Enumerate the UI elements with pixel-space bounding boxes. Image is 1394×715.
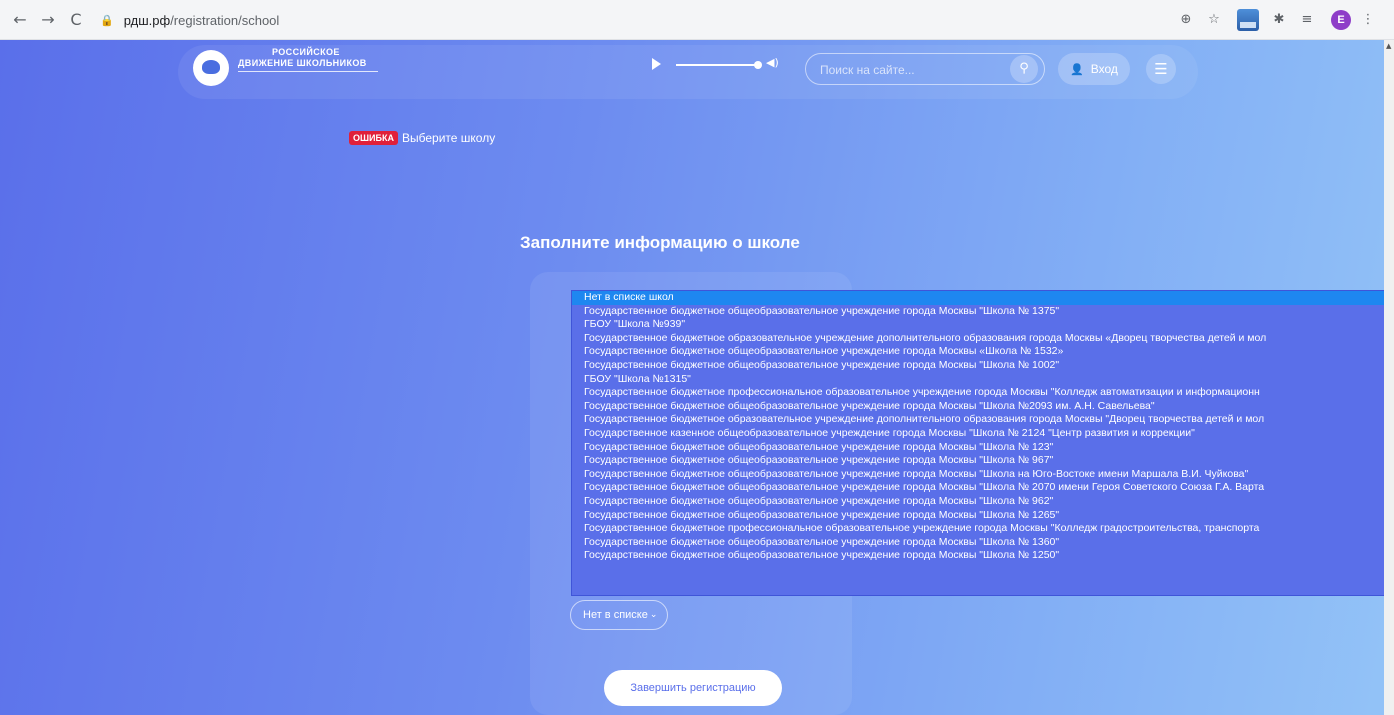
search-input[interactable] (820, 61, 1000, 79)
address-bar[interactable]: 🔒 рдш.рф/registration/school (100, 8, 1160, 32)
dropdown-option[interactable]: Государственное бюджетное общеобразовате… (572, 400, 1388, 414)
complete-registration-button[interactable]: Завершить регистрацию (604, 670, 782, 706)
url-domain: рдш.рф (123, 12, 171, 28)
forward-icon[interactable]: → (38, 10, 58, 30)
extensions-puzzle-icon[interactable]: ✱ (1270, 11, 1288, 29)
page-scrollbar[interactable]: ▲ (1384, 40, 1394, 715)
bookmark-star-icon[interactable]: ☆ (1205, 11, 1223, 29)
form-title: Заполните информацию о школе (520, 233, 800, 252)
dropdown-option[interactable]: Государственное бюджетное общеобразовате… (572, 495, 1388, 509)
audio-player: ◀) (652, 56, 782, 72)
url-path: /registration/school (170, 12, 280, 28)
school-select[interactable]: Нет в списке ⌄ (570, 600, 668, 630)
hamburger-menu-icon[interactable]: ☰ (1146, 54, 1176, 84)
dropdown-option[interactable]: Государственное бюджетное профессиональн… (572, 386, 1388, 400)
zoom-icon[interactable]: ⊕ (1177, 11, 1195, 29)
dropdown-option[interactable]: ГБОУ "Школа №939" (572, 318, 1388, 332)
dropdown-option[interactable]: Государственное бюджетное общеобразовате… (572, 441, 1388, 455)
dropdown-option[interactable]: Государственное бюджетное общеобразовате… (572, 345, 1388, 359)
profile-avatar[interactable]: E (1331, 10, 1351, 30)
error-badge: ОШИБКА (349, 131, 398, 145)
dropdown-option[interactable]: Государственное бюджетное общеобразовате… (572, 549, 1388, 563)
scroll-up-icon[interactable]: ▲ (1386, 42, 1391, 50)
dropdown-option[interactable]: ГБОУ "Школа №1315" (572, 373, 1388, 387)
dropdown-option[interactable]: Государственное бюджетное общеобразовате… (572, 536, 1388, 550)
dropdown-option[interactable]: Государственное бюджетное образовательно… (572, 413, 1388, 427)
logo-line-2: ДВИЖЕНИЕ ШКОЛЬНИКОВ (238, 58, 378, 72)
search-box (805, 53, 1045, 85)
volume-icon[interactable]: ◀) (766, 56, 779, 69)
chevron-down-icon: ⌄ (649, 610, 658, 620)
url-text: рдш.рф/registration/school (124, 13, 280, 28)
logo-text[interactable]: РОССИЙСКОЕ ДВИЖЕНИЕ ШКОЛЬНИКОВ (238, 47, 378, 72)
error-message: ОШИБКА Выберите школу (349, 131, 495, 145)
error-text: Выберите школу (401, 131, 496, 145)
play-icon[interactable] (652, 58, 661, 70)
logo-icon[interactable] (193, 50, 229, 86)
dropdown-option[interactable]: Государственное бюджетное общеобразовате… (572, 468, 1388, 482)
browser-menu-icon[interactable]: ⋮ (1359, 11, 1377, 29)
audio-progress-knob[interactable] (754, 61, 762, 69)
audio-progress-track[interactable] (676, 64, 756, 66)
dropdown-option[interactable]: Государственное бюджетное образовательно… (572, 332, 1388, 346)
user-icon: 👤 (1070, 62, 1084, 76)
dropdown-option[interactable]: Нет в списке школ (572, 291, 1388, 305)
dropdown-option[interactable]: Государственное бюджетное общеобразовате… (572, 454, 1388, 468)
logo-line-1: РОССИЙСКОЕ (272, 47, 340, 57)
lock-icon: 🔒 (100, 13, 114, 27)
reading-list-icon[interactable]: ≡ (1298, 11, 1316, 29)
extension-icon[interactable] (1237, 9, 1259, 31)
dropdown-option[interactable]: Государственное бюджетное профессиональн… (572, 522, 1388, 536)
dropdown-option[interactable]: Государственное бюджетное общеобразовате… (572, 481, 1388, 495)
dropdown-option[interactable]: Государственное бюджетное общеобразовате… (572, 305, 1388, 319)
dropdown-option[interactable]: Государственное бюджетное общеобразовате… (572, 509, 1388, 523)
login-button[interactable]: 👤 Вход (1058, 53, 1130, 85)
browser-toolbar: ← → C 🔒 рдш.рф/registration/school ⊕ ☆ ✱… (0, 0, 1394, 40)
login-label: Вход (1090, 62, 1118, 76)
search-icon[interactable]: ⚲ (1010, 55, 1038, 83)
reload-icon[interactable]: C (66, 10, 86, 30)
school-select-value: Нет в списке (583, 609, 648, 621)
dropdown-option[interactable]: Государственное бюджетное общеобразовате… (572, 359, 1388, 373)
page-background: РОССИЙСКОЕ ДВИЖЕНИЕ ШКОЛЬНИКОВ ◀) ⚲ 👤 Вх… (0, 40, 1394, 715)
dropdown-option[interactable]: Государственное казенное общеобразовател… (572, 427, 1388, 441)
school-dropdown-list[interactable]: Нет в списке школ Государственное бюджетн… (571, 290, 1389, 596)
back-icon[interactable]: ← (10, 10, 30, 30)
